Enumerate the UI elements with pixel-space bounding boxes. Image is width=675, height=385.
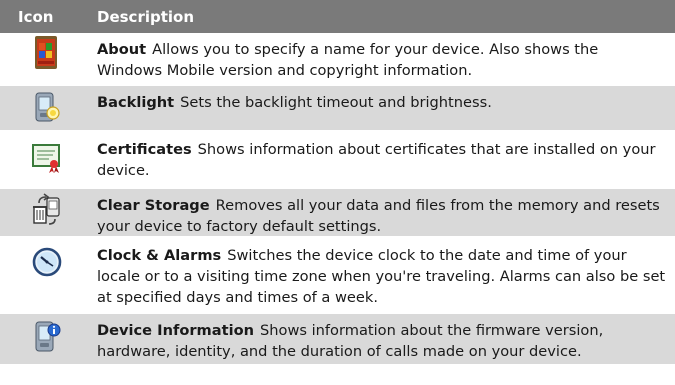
about-icon <box>35 36 57 69</box>
table-row: Certificates Shows information about cert… <box>0 130 675 186</box>
row-description: Certificates Shows information about cert… <box>97 141 656 179</box>
row-title: Device Information <box>97 322 254 339</box>
table-row: Backlight Sets the backlight timeout and … <box>0 83 675 130</box>
row-description: About Allows you to specify a name for yo… <box>97 41 599 79</box>
row-description: Clock & Alarms Switches the device clock … <box>97 247 666 306</box>
table-row: Device Information Shows information abou… <box>0 311 675 364</box>
description-column-header: Description <box>97 7 195 26</box>
table-row: Clear Storage Removes all your data and f… <box>0 186 675 236</box>
icon-column-header: Icon <box>18 7 54 26</box>
row-title: Certificates <box>97 141 192 158</box>
settings-table: Icon Description About Allows you to spec… <box>0 0 675 364</box>
table-row: Clock & Alarms Switches the device clock … <box>0 236 675 311</box>
row-title: About <box>97 41 147 58</box>
row-title: Clock & Alarms <box>97 247 222 264</box>
table-header: Icon Description <box>0 0 675 33</box>
table-row: About Allows you to specify a name for yo… <box>0 33 675 83</box>
clock-icon <box>32 247 62 277</box>
row-description: Backlight Sets the backlight timeout and … <box>97 94 492 111</box>
row-description: Device Information Shows information abou… <box>97 322 604 360</box>
certificate-icon <box>32 144 60 173</box>
clear-storage-icon <box>33 193 60 225</box>
row-title: Backlight <box>97 94 175 111</box>
row-description: Clear Storage Removes all your data and f… <box>97 197 660 235</box>
device-information-icon <box>35 321 61 352</box>
row-title: Clear Storage <box>97 197 210 214</box>
backlight-icon <box>35 92 60 122</box>
